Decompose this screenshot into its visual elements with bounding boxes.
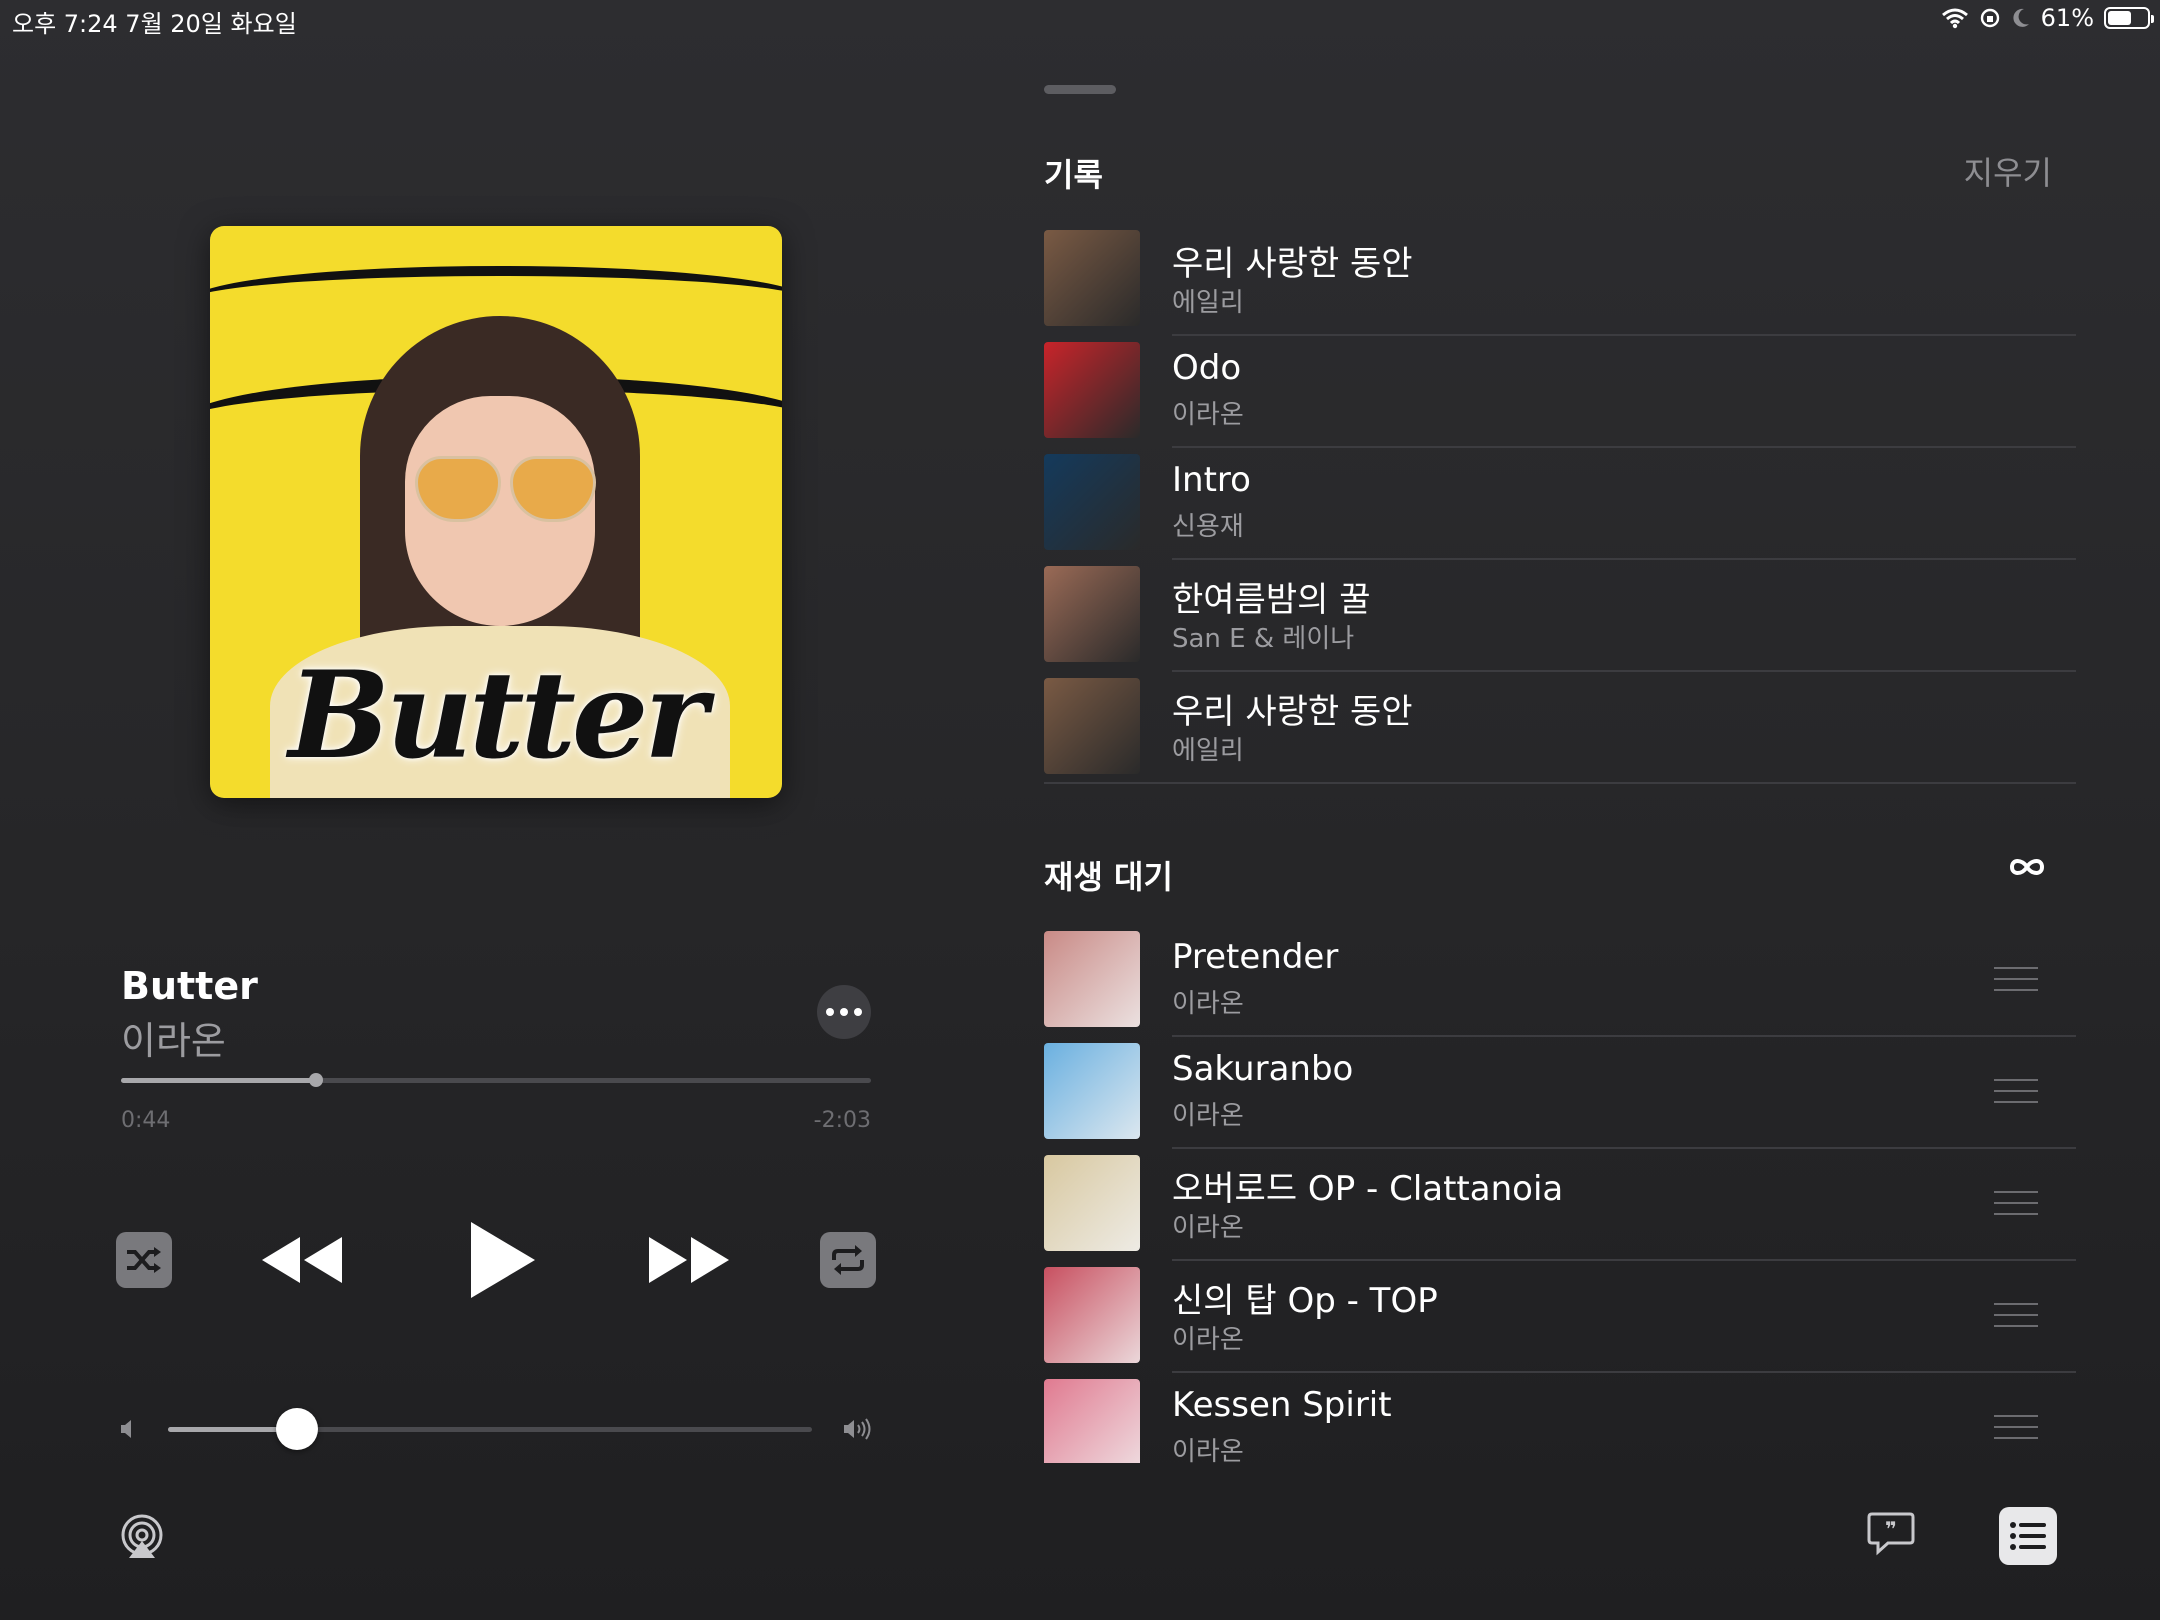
backward-icon <box>262 1237 342 1283</box>
track-title: Kessen Spirit <box>1172 1385 1392 1425</box>
track-title: Odo <box>1172 348 1242 388</box>
queue-button[interactable] <box>1999 1507 2057 1565</box>
reorder-handle-icon[interactable] <box>1994 1191 2038 1215</box>
track-title: 오버로드 OP - Clattanoia <box>1172 1169 1564 1209</box>
status-bar: 오후 7:24 7월 20일 화요일 61% <box>0 0 2160 40</box>
airplay-button[interactable] <box>118 1513 166 1561</box>
battery-icon <box>2104 7 2154 29</box>
repeat-button[interactable] <box>820 1232 876 1288</box>
progress-fill <box>121 1078 316 1083</box>
track-artwork <box>1044 1043 1140 1139</box>
infinity-icon <box>2009 859 2045 875</box>
reorder-handle-icon[interactable] <box>1994 1415 2038 1439</box>
more-button[interactable] <box>817 985 871 1039</box>
history-row[interactable]: 한여름밤의 꿀 San E & 레이나 <box>1044 560 2076 672</box>
play-button[interactable] <box>462 1216 542 1304</box>
shuffle-icon <box>127 1247 161 1273</box>
track-title: Intro <box>1172 460 1251 500</box>
airplay-icon <box>121 1514 163 1558</box>
history-title: 기록 <box>1044 156 1103 194</box>
track-artist: 이라온 <box>1172 989 1244 1019</box>
progress-bar[interactable] <box>121 1073 871 1087</box>
history-row[interactable]: 우리 사랑한 동안에일리 <box>1044 672 2076 784</box>
track-artwork <box>1044 678 1140 774</box>
autoplay-button[interactable] <box>2008 856 2046 882</box>
track-title: 우리 사랑한 동안 <box>1172 692 1413 732</box>
queue-row[interactable]: 신의 탑 Op - TOP 이라온 <box>1044 1261 2076 1373</box>
track-artist: 이라온 <box>1172 1213 1244 1243</box>
track-artwork <box>1044 1155 1140 1251</box>
track-artwork <box>1044 931 1140 1027</box>
status-right: 61% <box>1941 4 2154 32</box>
queue-row[interactable]: Sakuranbo 이라온 <box>1044 1037 2076 1149</box>
track-artwork <box>1044 342 1140 438</box>
track-title: 한여름밤의 꿀 <box>1172 580 1371 620</box>
previous-button[interactable] <box>258 1232 344 1288</box>
list-icon <box>2010 1522 2046 1550</box>
track-artist: 에일리 <box>1172 736 1244 766</box>
history-row[interactable]: 우리 사랑한 동안에일리 <box>1044 224 2076 336</box>
volume-knob[interactable] <box>275 1408 318 1450</box>
up-next-title: 재생 대기 <box>1044 858 1173 896</box>
track-artist: 이라온 <box>1172 400 1244 430</box>
remaining-time: -2:03 <box>813 1108 871 1133</box>
track-title: 신의 탑 Op - TOP <box>1172 1281 1438 1321</box>
battery-percent: 61% <box>2040 4 2094 32</box>
artwork-title: Butter <box>288 645 707 786</box>
more-dot <box>854 1008 862 1016</box>
track-artwork <box>1044 1379 1140 1463</box>
reorder-handle-icon[interactable] <box>1994 967 2038 991</box>
elapsed-time: 0:44 <box>121 1108 171 1133</box>
track-artist: 신용재 <box>1172 512 1244 542</box>
moon-icon <box>2013 8 2029 27</box>
track-artist: 이라온 <box>1172 1101 1244 1131</box>
volume-high-icon <box>844 1418 871 1440</box>
sheet-grabber[interactable] <box>1044 85 1116 94</box>
track-title: 우리 사랑한 동안 <box>1172 244 1413 284</box>
svg-text:❞: ❞ <box>1885 1517 1897 1541</box>
song-title: Butter <box>121 964 258 1008</box>
album-artwork: Butter <box>210 226 782 798</box>
history-row[interactable]: Intro 신용재 <box>1044 448 2076 560</box>
track-artwork <box>1044 566 1140 662</box>
lyrics-button[interactable]: ❞ <box>1866 1510 1916 1556</box>
history-row[interactable]: Odo 이라온 <box>1044 336 2076 448</box>
wifi-icon <box>1941 8 1968 29</box>
forward-icon <box>649 1237 729 1283</box>
queue-row[interactable]: Pretender 이라온 <box>1044 925 2076 1037</box>
more-dot <box>826 1008 834 1016</box>
volume-slider[interactable] <box>168 1408 812 1450</box>
next-button[interactable] <box>647 1232 733 1288</box>
clear-history-button[interactable]: 지우기 <box>1964 148 2052 194</box>
shuffle-button[interactable] <box>116 1232 172 1288</box>
status-time: 오후 7:24 7월 20일 화요일 <box>12 10 297 38</box>
track-artwork <box>1044 1267 1140 1363</box>
track-artist: 이라온 <box>1172 1325 1244 1355</box>
volume-low-icon <box>121 1420 131 1438</box>
battery-fill <box>2108 11 2132 25</box>
track-artist: 이라온 <box>1172 1437 1244 1463</box>
lyrics-icon: ❞ <box>1867 1512 1915 1556</box>
track-artwork <box>1044 230 1140 326</box>
play-icon <box>471 1222 535 1298</box>
reorder-handle-icon[interactable] <box>1994 1079 2038 1103</box>
track-artwork <box>1044 454 1140 550</box>
reorder-handle-icon[interactable] <box>1994 1303 2038 1327</box>
track-title: Pretender <box>1172 937 1339 977</box>
track-artist: 에일리 <box>1172 288 1244 318</box>
progress-knob[interactable] <box>309 1073 323 1087</box>
song-artist[interactable]: 이라온 <box>121 1010 226 1065</box>
orientation-lock-icon <box>1980 8 1999 28</box>
track-title: Sakuranbo <box>1172 1049 1354 1089</box>
track-artist: San E & 레이나 <box>1172 624 1355 654</box>
row-separator <box>1044 782 2076 784</box>
queue-row[interactable]: 오버로드 OP - Clattanoia 이라온 <box>1044 1149 2076 1261</box>
queue-row[interactable]: Kessen Spirit 이라온 <box>1044 1373 2076 1463</box>
more-dot <box>840 1008 848 1016</box>
repeat-icon <box>832 1245 864 1275</box>
